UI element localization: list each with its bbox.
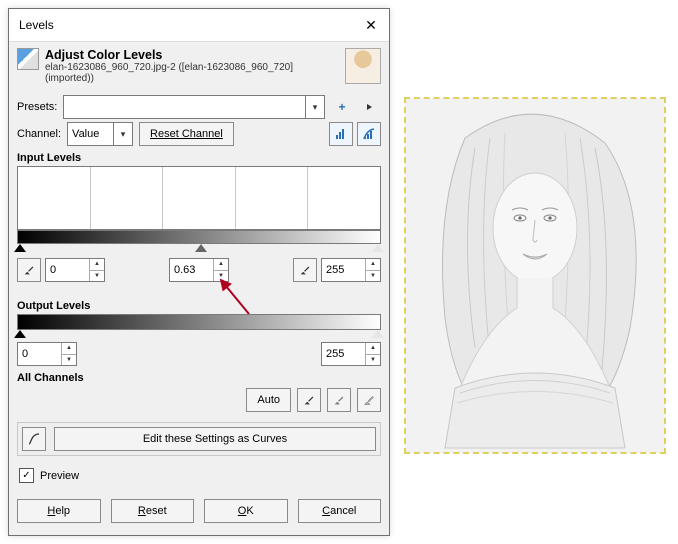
input-low-spinner[interactable]: 0 ▲▼	[45, 258, 105, 282]
reset-channel-button[interactable]: Reset Channel	[139, 122, 234, 146]
black-eyedropper-button[interactable]	[17, 258, 41, 282]
output-black-handle[interactable]	[14, 330, 26, 338]
help-button[interactable]: Help	[17, 499, 101, 523]
dialog-subtitle: elan-1623086_960_720.jpg-2 ([elan-162308…	[45, 62, 339, 84]
input-gradient-slider[interactable]	[17, 230, 381, 244]
output-gradient-slider[interactable]	[17, 314, 381, 330]
auto-button[interactable]: Auto	[246, 388, 291, 412]
window-title: Levels	[19, 18, 54, 32]
preview-checkbox[interactable]: ✓	[19, 468, 34, 483]
close-icon[interactable]: ✕	[361, 15, 381, 35]
dialog-title: Adjust Color Levels	[45, 48, 339, 62]
add-preset-button[interactable]: +	[331, 96, 353, 118]
cancel-button[interactable]: Cancel	[298, 499, 382, 523]
white-eyedropper-button[interactable]	[293, 258, 317, 282]
linear-histogram-button[interactable]	[329, 122, 353, 146]
all-channels-label: All Channels	[17, 372, 381, 384]
input-gamma-spinner[interactable]: 0.63 ▲▼	[169, 258, 229, 282]
levels-dialog: Levels ✕ Adjust Color Levels elan-162308…	[8, 8, 390, 536]
histogram[interactable]	[17, 166, 381, 230]
gamma-handle[interactable]	[195, 244, 207, 252]
chevron-down-icon: ▾	[113, 123, 132, 145]
image-canvas[interactable]	[405, 98, 665, 453]
preview-label: Preview	[40, 470, 79, 482]
pick-white-button[interactable]	[357, 388, 381, 412]
channel-label: Channel:	[17, 128, 61, 140]
channel-dropdown[interactable]: Value ▾	[67, 122, 133, 146]
output-high-spinner[interactable]: 255 ▲▼	[321, 342, 381, 366]
output-low-spinner[interactable]: 0 ▲▼	[17, 342, 77, 366]
pick-gray-button[interactable]	[327, 388, 351, 412]
input-levels-label: Input Levels	[17, 152, 381, 164]
presets-label: Presets:	[17, 101, 57, 113]
output-levels-label: Output Levels	[17, 300, 381, 312]
output-white-handle[interactable]	[372, 330, 384, 338]
pick-black-button[interactable]	[297, 388, 321, 412]
title-bar: Levels ✕	[9, 9, 389, 42]
ok-button[interactable]: OK	[204, 499, 288, 523]
log-histogram-button[interactable]	[357, 122, 381, 146]
dialog-header: Adjust Color Levels elan-1623086_960_720…	[9, 42, 389, 88]
levels-tool-icon	[17, 48, 39, 70]
curves-icon	[22, 427, 46, 451]
white-point-handle[interactable]	[372, 244, 384, 252]
presets-dropdown[interactable]: ▾	[63, 95, 325, 119]
image-thumbnail	[345, 48, 381, 84]
chevron-down-icon: ▾	[305, 96, 324, 118]
sketch-preview-icon	[405, 98, 665, 453]
input-high-spinner[interactable]: 255 ▲▼	[321, 258, 381, 282]
edit-as-curves-button[interactable]: Edit these Settings as Curves	[54, 427, 376, 451]
reset-button[interactable]: Reset	[111, 499, 195, 523]
preset-menu-button[interactable]	[359, 96, 381, 118]
black-point-handle[interactable]	[14, 244, 26, 252]
